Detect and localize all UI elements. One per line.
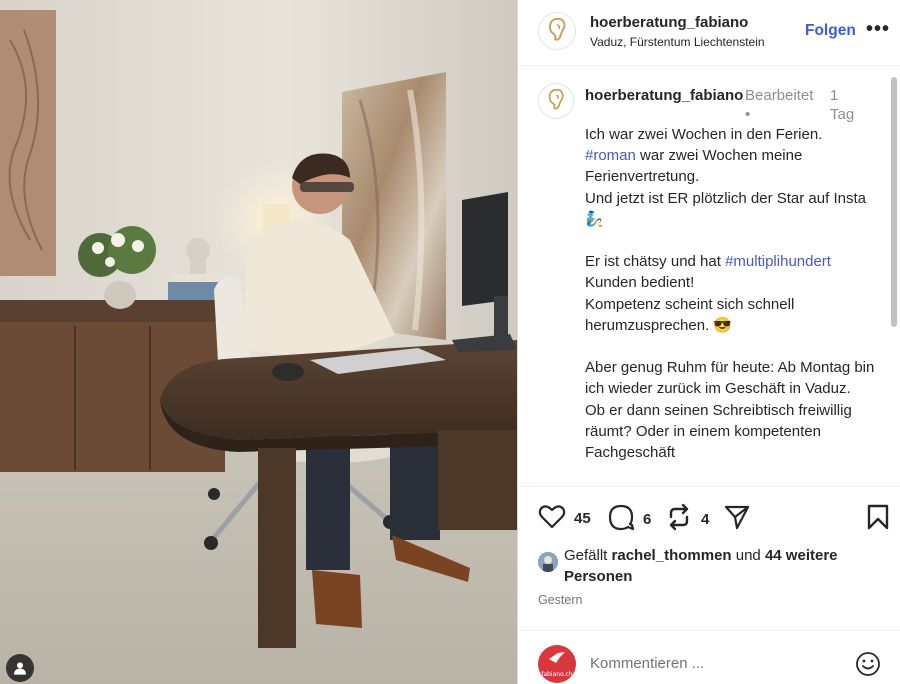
- comment-bar: fabiano.ch: [518, 630, 900, 684]
- emoji-smiley-icon: [855, 652, 881, 681]
- user-tag-button[interactable]: [6, 654, 34, 682]
- likes-text: Gefällt rachel_thommen und 44 weitere Pe…: [564, 545, 884, 587]
- caption-username[interactable]: hoerberatung_fabiano: [585, 86, 745, 105]
- scrollbar-thumb[interactable]: [891, 77, 897, 327]
- heart-icon: [538, 503, 566, 534]
- bookmark-icon: [866, 503, 890, 536]
- current-user-avatar[interactable]: fabiano.ch: [538, 645, 576, 683]
- edited-label: Bearbeitet •: [745, 86, 819, 124]
- author-avatar[interactable]: [538, 12, 576, 50]
- post-photo[interactable]: [0, 0, 517, 684]
- caption-section: hoerberatung_fabiano Bearbeitet • 1 Tag …: [518, 67, 900, 485]
- person-tag-icon: [12, 660, 28, 676]
- post-age: 1 Tag: [830, 87, 855, 123]
- likes-connector: und: [731, 547, 765, 564]
- repost-count: 4: [701, 511, 710, 528]
- caption-line: Er ist chätsy und hat #multiplihundert K…: [585, 251, 875, 293]
- liker-avatar: [538, 552, 558, 572]
- emoji-button[interactable]: [855, 651, 881, 682]
- caption-text: Ich war zwei Wochen in den Ferien. #roma…: [585, 124, 875, 463]
- save-button[interactable]: [866, 503, 890, 536]
- comment-bubble-icon: [607, 503, 635, 536]
- hashtag-link[interactable]: #roman: [585, 147, 636, 164]
- author-username[interactable]: hoerberatung_fabiano: [590, 14, 748, 31]
- liker-username[interactable]: rachel_thommen: [612, 547, 732, 564]
- more-options-icon[interactable]: •••: [866, 18, 890, 41]
- caption-line: Ich war zwei Wochen in den Ferien.: [585, 126, 823, 143]
- likes-prefix: Gefällt: [564, 547, 612, 564]
- caption-line: Kompetenz scheint sich schnell herumzusp…: [585, 295, 795, 334]
- caption-line: #roman war zwei Wochen meine Ferienvertr…: [585, 145, 875, 187]
- share-button[interactable]: [723, 503, 751, 536]
- caption-author-avatar[interactable]: [538, 83, 574, 119]
- repost-button[interactable]: 4: [665, 503, 709, 536]
- dot-separator: •: [745, 106, 751, 123]
- caption-fragment: Kunden bedient!: [585, 274, 695, 292]
- office-photo-illustration: [0, 0, 517, 684]
- bird-logo-icon: [548, 651, 566, 670]
- ear-logo-icon: [546, 87, 566, 116]
- post-location[interactable]: Vaduz, Fürstentum Liechtenstein: [590, 35, 765, 49]
- send-paper-plane-icon: [723, 503, 751, 536]
- caption-line: Aber genug Ruhm für heute: Ab Montag bin…: [585, 359, 875, 398]
- comment-count: 6: [643, 511, 652, 528]
- post-side-panel: hoerberatung_fabiano Vaduz, Fürstentum L…: [517, 0, 900, 684]
- post-header: hoerberatung_fabiano Vaduz, Fürstentum L…: [518, 0, 900, 66]
- like-count: 45: [574, 510, 591, 527]
- caption-line: Ob er dann seinen Schreibtisch freiwilli…: [585, 401, 852, 462]
- comment-input[interactable]: [590, 655, 830, 672]
- post-timestamp[interactable]: Gestern: [538, 593, 582, 607]
- follow-button[interactable]: Folgen: [805, 22, 856, 40]
- comment-button[interactable]: 6: [607, 503, 651, 536]
- caption-scrollbar[interactable]: [890, 67, 898, 485]
- ear-logo-icon: [546, 16, 568, 47]
- edited-text: Bearbeitet: [745, 87, 814, 104]
- avatar-brand-label: fabiano.ch: [541, 670, 573, 678]
- caption-line: Und jetzt ist ER plötzlich der Star auf …: [585, 189, 866, 228]
- hashtag-link[interactable]: #multiplihundert: [725, 253, 831, 270]
- caption-fragment: Er ist chätsy und hat: [585, 253, 726, 271]
- like-button[interactable]: 45: [538, 503, 591, 534]
- action-bar: 45 6 4: [518, 486, 900, 552]
- repost-icon: [665, 503, 693, 536]
